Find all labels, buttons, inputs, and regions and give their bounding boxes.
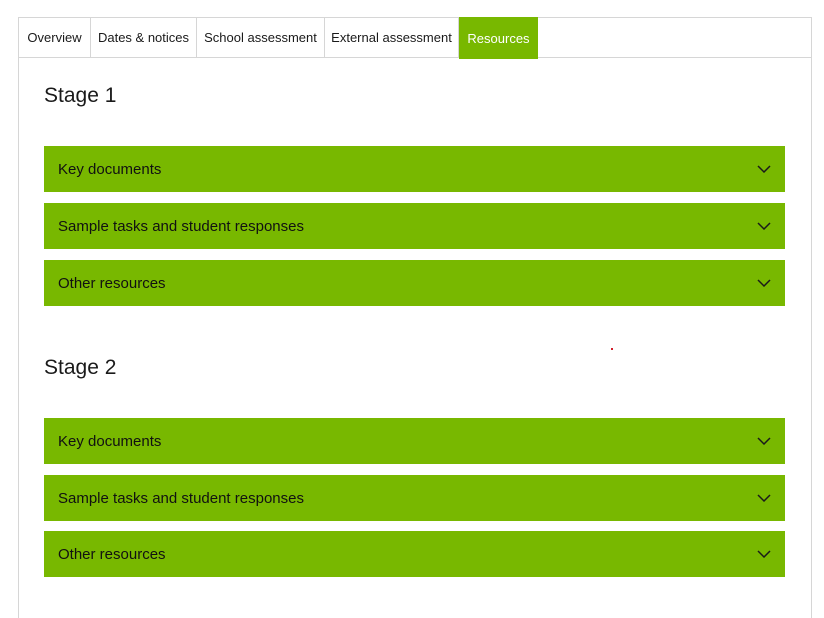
tab-external-assessment[interactable]: External assessment: [325, 18, 459, 57]
stage-2-sample-tasks-accordion[interactable]: Sample tasks and student responses: [44, 475, 785, 521]
stage-2-title: Stage 2: [44, 356, 117, 379]
accordion-label: Key documents: [58, 432, 162, 450]
chevron-down-icon: [757, 219, 771, 233]
accordion-label: Other resources: [58, 545, 166, 563]
chevron-down-icon: [757, 547, 771, 561]
stage-2-other-resources-accordion[interactable]: Other resources: [44, 531, 785, 577]
stray-dot: [611, 348, 613, 350]
tab-dates-notices[interactable]: Dates & notices: [91, 18, 197, 57]
accordion-label: Other resources: [58, 274, 166, 292]
stage-2-key-documents-accordion[interactable]: Key documents: [44, 418, 785, 464]
accordion-label: Sample tasks and student responses: [58, 489, 304, 507]
tab-resources[interactable]: Resources: [459, 17, 538, 59]
accordion-label: Key documents: [58, 160, 162, 178]
chevron-down-icon: [757, 434, 771, 448]
tab-bar: Overview Dates & notices School assessme…: [18, 17, 812, 59]
chevron-down-icon: [757, 491, 771, 505]
tab-school-assessment[interactable]: School assessment: [197, 18, 325, 57]
tab-overview[interactable]: Overview: [19, 18, 91, 57]
stage-1-sample-tasks-accordion[interactable]: Sample tasks and student responses: [44, 203, 785, 249]
stage-1-title: Stage 1: [44, 84, 117, 107]
accordion-label: Sample tasks and student responses: [58, 217, 304, 235]
chevron-down-icon: [757, 276, 771, 290]
stage-1-other-resources-accordion[interactable]: Other resources: [44, 260, 785, 306]
chevron-down-icon: [757, 162, 771, 176]
stage-1-key-documents-accordion[interactable]: Key documents: [44, 146, 785, 192]
